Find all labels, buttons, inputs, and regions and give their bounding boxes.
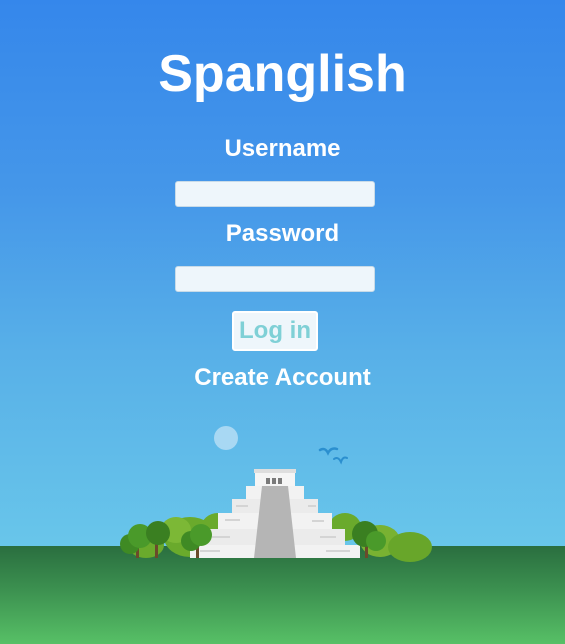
bird-icon xyxy=(333,456,348,465)
landscape-illustration xyxy=(120,426,432,562)
bird-icon xyxy=(318,447,339,456)
moon-icon xyxy=(214,426,238,450)
